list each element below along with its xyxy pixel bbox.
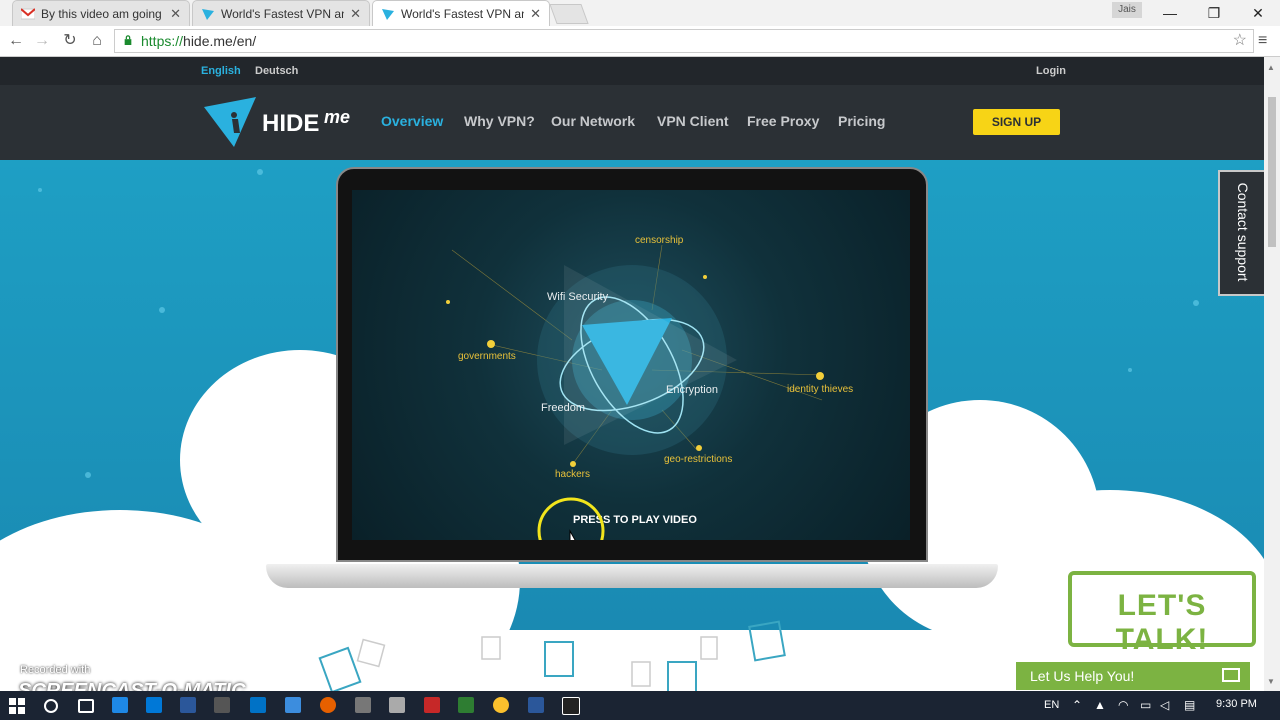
profile-badge[interactable]: Jais (1112, 2, 1142, 18)
reload-icon[interactable]: ↻ (60, 31, 80, 51)
tray-app-icon[interactable]: ▲ (1094, 698, 1106, 712)
restore-icon[interactable]: ❐ (1192, 0, 1236, 26)
wifi-icon[interactable]: ◠ (1118, 698, 1128, 712)
chat-window-icon (1222, 668, 1240, 682)
hideme-logo[interactable]: HIDE me (204, 97, 364, 149)
tray-up-icon[interactable]: ⌃ (1072, 698, 1082, 712)
outlook-icon[interactable] (250, 697, 266, 713)
notification-icon[interactable]: ▤ (1184, 698, 1195, 712)
close-icon[interactable]: ✕ (530, 6, 541, 22)
lock-icon (124, 35, 132, 45)
browser-menu-icon[interactable]: ≡ (1258, 32, 1267, 50)
browser-tab-title: World's Fastest VPN and F (401, 6, 524, 21)
battery-icon[interactable]: ▭ (1140, 698, 1151, 712)
label-hackers: hackers (555, 469, 591, 480)
task-view-icon[interactable] (78, 699, 94, 713)
keyboard-language[interactable]: EN (1044, 699, 1059, 711)
nav-overview[interactable]: Overview (381, 113, 443, 129)
label-encryption: Encryption (666, 384, 718, 396)
nav-pricing[interactable]: Pricing (838, 113, 885, 129)
login-link[interactable]: Login (1036, 65, 1066, 77)
address-bar[interactable]: https://hide.me/en/ ☆ (114, 29, 1254, 53)
camtasia-icon[interactable] (458, 697, 474, 713)
close-icon[interactable]: ✕ (170, 6, 181, 22)
new-tab-button[interactable] (549, 4, 589, 24)
windows-start-icon[interactable] (9, 698, 25, 714)
word-icon[interactable] (180, 697, 196, 713)
nav-free-proxy[interactable]: Free Proxy (747, 113, 819, 129)
store-icon[interactable] (146, 697, 162, 713)
language-deutsch[interactable]: Deutsch (255, 65, 298, 77)
label-freedom: Freedom (541, 402, 586, 414)
site-navbar: HIDE me Overview Why VPN? Our Network VP… (0, 85, 1264, 160)
pc-icon[interactable] (285, 697, 301, 713)
label-geo-restrictions: geo-restrictions (664, 454, 733, 465)
recorder-caption: Recorded with (20, 664, 91, 676)
video-illustration (446, 244, 824, 467)
close-window-icon[interactable]: ✕ (1236, 0, 1280, 26)
nav-our-network[interactable]: Our Network (551, 113, 635, 129)
minimize-icon[interactable]: — (1148, 0, 1192, 26)
language-bar: English Deutsch Login (0, 57, 1264, 85)
nav-why-vpn[interactable]: Why VPN? (464, 113, 535, 129)
nav-vpn-client[interactable]: VPN Client (657, 113, 729, 129)
word-doc-icon[interactable] (528, 697, 544, 713)
laptop-base (266, 564, 998, 588)
close-icon[interactable]: ✕ (350, 6, 361, 22)
bookmark-star-icon[interactable]: ☆ (1233, 30, 1247, 52)
gmail-icon (21, 7, 35, 19)
scroll-up-icon[interactable]: ▲ (1267, 63, 1275, 72)
lets-talk-bubble[interactable]: LET'S TALK! (1068, 571, 1256, 656)
firefox-icon[interactable] (320, 697, 336, 713)
browser-toolbar: ← → ↻ ⌂ https://hide.me/en/ ☆ (0, 26, 1280, 57)
label-identity-thieves: identity thieves (787, 384, 854, 395)
browser-tab-title: By this video am going to (41, 6, 165, 21)
browser-tabstrip: By this video am going to ✕ World's Fast… (0, 0, 1280, 26)
store-bag-icon[interactable] (214, 697, 230, 713)
contact-support-tab[interactable]: Contact support (1218, 170, 1264, 296)
hideme-icon (382, 8, 394, 20)
live-chat-bar[interactable]: Let Us Help You! (1016, 662, 1250, 690)
browser-tab-2[interactable]: World's Fastest VPN and F ✕ (192, 0, 370, 26)
app-icon[interactable] (389, 697, 405, 713)
windows-taskbar: EN ⌃ ▲ ◠ ▭ ◁ ▤ 9:30 PM (0, 691, 1280, 720)
url-text: https://hide.me/en/ (141, 33, 257, 49)
video-player[interactable]: censorship governments identity thieves … (352, 190, 910, 540)
page-scrollbar[interactable]: ▲ ▼ (1264, 57, 1280, 691)
svg-text:me: me (324, 107, 350, 127)
cursor-highlight (537, 497, 605, 540)
search-icon[interactable] (44, 699, 58, 713)
calculator-icon[interactable] (355, 697, 371, 713)
volume-icon[interactable]: ◁ (1160, 698, 1169, 712)
scrollbar-thumb[interactable] (1268, 97, 1276, 247)
forward-icon[interactable]: → (32, 31, 52, 51)
hideme-icon (202, 8, 214, 20)
chrome-icon[interactable] (493, 697, 509, 713)
browser-tab-1[interactable]: By this video am going to ✕ (12, 0, 190, 26)
edge-icon[interactable] (112, 697, 128, 713)
signup-button[interactable]: SIGN UP (973, 109, 1060, 135)
label-censorship: censorship (635, 235, 684, 246)
terminal-icon[interactable] (562, 697, 580, 715)
scroll-down-icon[interactable]: ▼ (1267, 677, 1275, 686)
language-english[interactable]: English (201, 65, 241, 77)
live-chat-label: Let Us Help You! (1030, 668, 1135, 684)
label-wifi-security: Wifi Security (547, 291, 609, 303)
browser-tab-title: World's Fastest VPN and F (221, 6, 344, 21)
back-icon[interactable]: ← (6, 31, 26, 51)
svg-text:HIDE: HIDE (262, 110, 319, 137)
browser-tab-3[interactable]: World's Fastest VPN and F ✕ (372, 0, 550, 26)
game-icon[interactable] (424, 697, 440, 713)
webpage: English Deutsch Login HIDE me Overview W… (0, 57, 1264, 691)
label-governments: governments (458, 351, 516, 362)
clock[interactable]: 9:30 PM (1216, 698, 1257, 710)
home-icon[interactable]: ⌂ (87, 31, 107, 51)
